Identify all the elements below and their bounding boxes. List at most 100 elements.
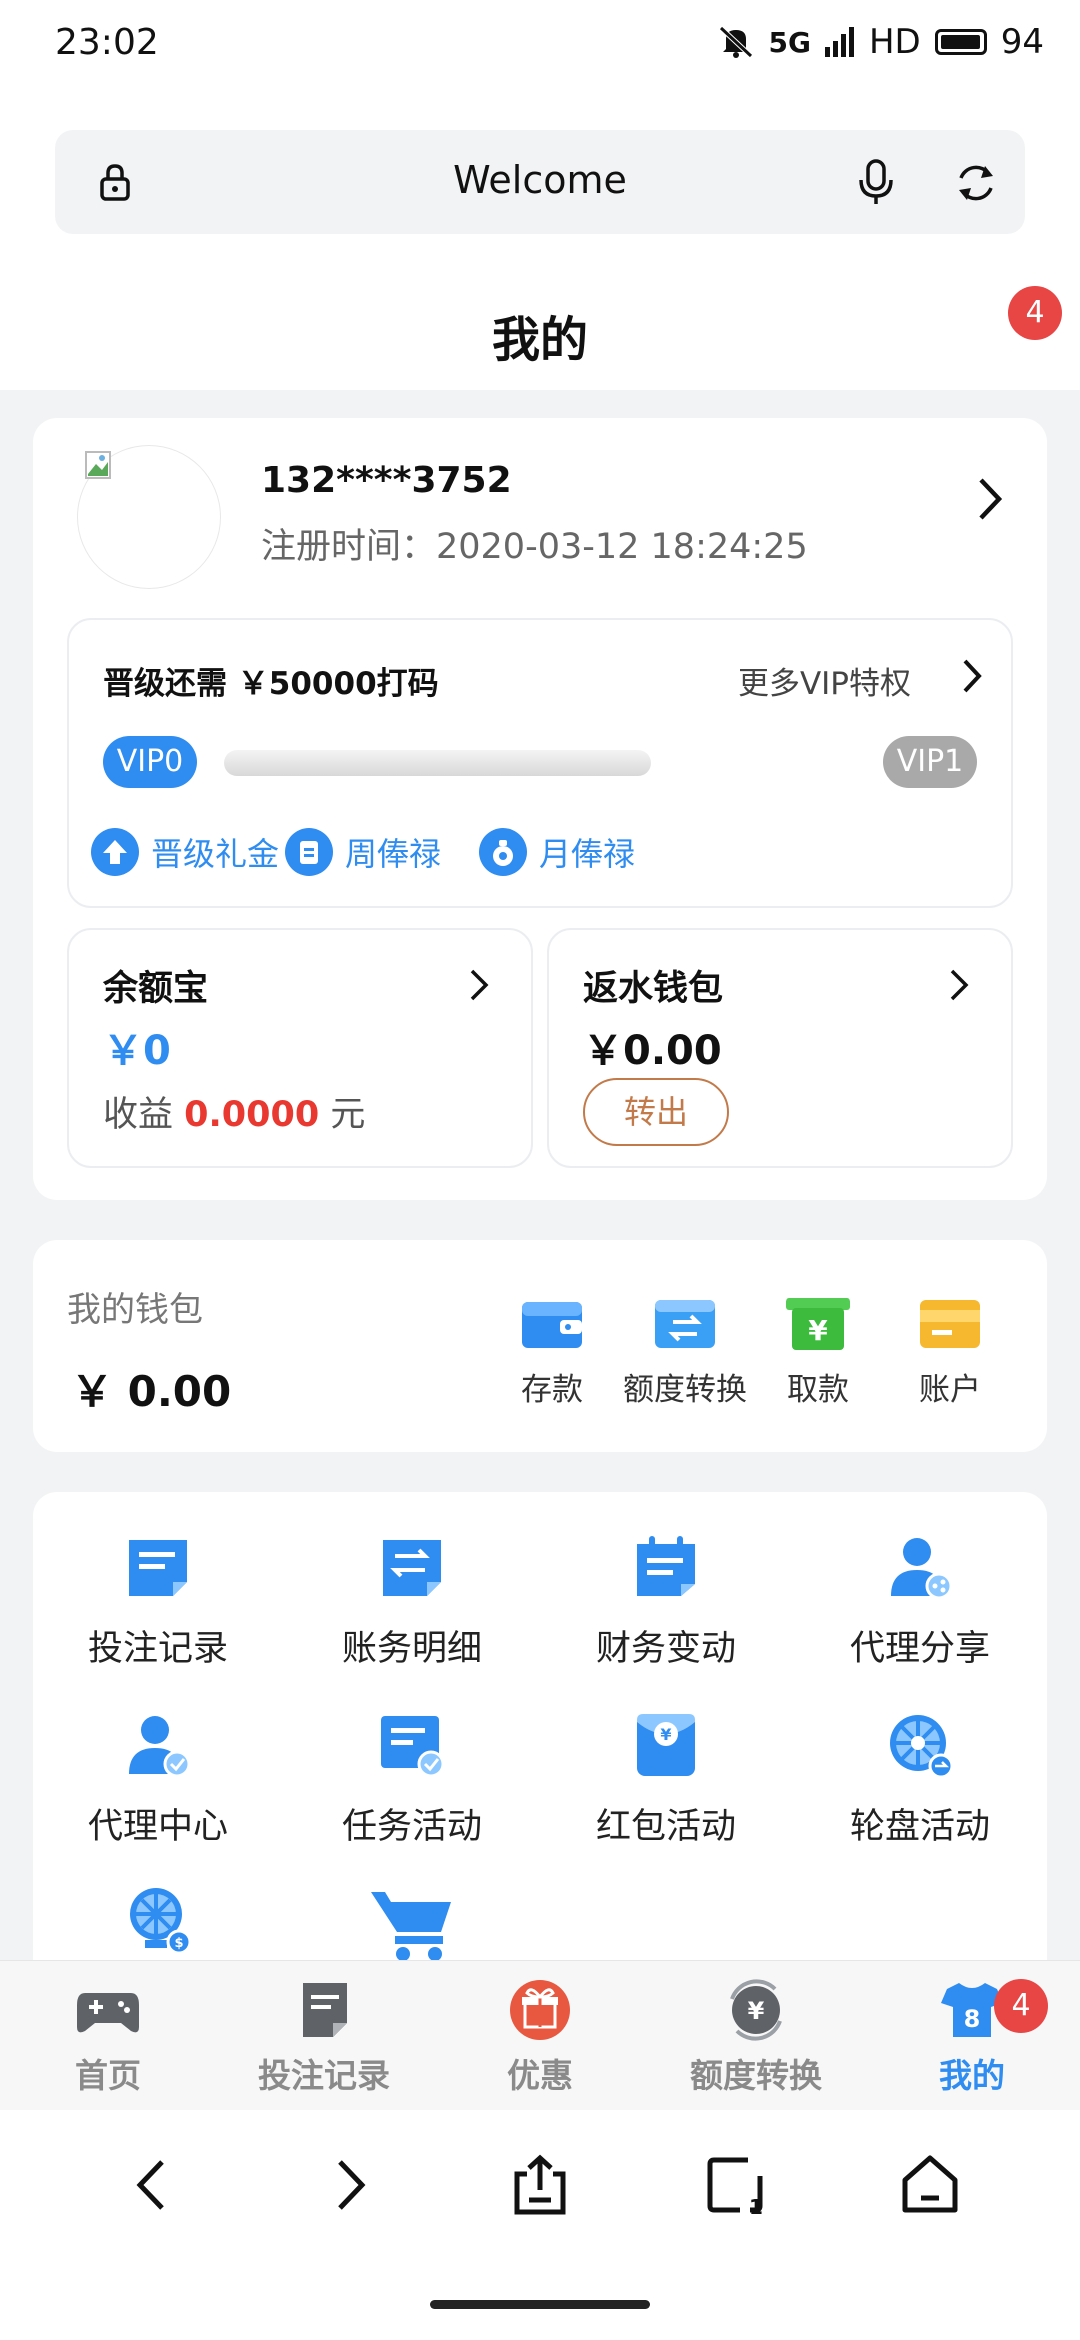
nav-label: 优惠 [507, 2056, 573, 2095]
red-packet-icon: ¥ [637, 1714, 695, 1776]
nav-quota-transfer[interactable]: ¥ 额度转换 [656, 1979, 856, 2097]
nav-label: 投注记录 [258, 2056, 390, 2095]
bottom-nav: 首页 投注记录 优惠 ¥ 额度转换 8 我的 4 [0, 1960, 1080, 2110]
profile-card: 132****3752 注册时间：2020-03-12 18:24:25 晋级还… [33, 418, 1047, 1200]
notification-badge[interactable]: 4 [1008, 286, 1062, 340]
account-detail-icon [383, 1540, 441, 1596]
nav-bet-records[interactable]: 投注记录 [224, 1979, 424, 2097]
chevron-right-icon[interactable] [973, 474, 1007, 524]
bet-record-icon [129, 1540, 187, 1596]
wallet-card: 我的钱包 ￥ 0.00 存款 额度转换 ¥ 取款 账户 [33, 1240, 1047, 1452]
refresh-icon[interactable] [953, 160, 999, 206]
feature-task-activity[interactable]: 任务活动 [287, 1710, 537, 1849]
nav-mine-badge: 4 [994, 1979, 1048, 2033]
nav-label: 额度转换 [690, 2056, 822, 2095]
nav-home[interactable]: 首页 [8, 1979, 208, 2097]
svg-text:$: $ [174, 1936, 183, 1951]
avatar[interactable] [78, 446, 220, 588]
rebate-chevron-icon[interactable] [947, 966, 971, 1004]
rebate-wallet-card[interactable]: 返水钱包 ￥0.00 转出 [547, 928, 1013, 1168]
gift-icon [510, 1980, 570, 2040]
feature-label: 账务明细 [341, 1629, 482, 1669]
yuebao-title: 余额宝 [103, 969, 209, 1009]
agent-center-icon [129, 1716, 191, 1778]
nav-label: 首页 [75, 2056, 141, 2095]
agent-share-icon [891, 1538, 953, 1600]
feature-red-packet[interactable]: ¥ 红包活动 [541, 1710, 791, 1849]
more-vip-link[interactable]: 更多VIP特权 [738, 658, 911, 703]
microphone-icon[interactable] [853, 158, 899, 206]
share-icon[interactable] [505, 2150, 575, 2220]
forward-icon[interactable] [316, 2150, 386, 2220]
vip-progress-bar [224, 750, 651, 776]
vip-next-level: VIP1 [883, 736, 977, 788]
home-indicator[interactable] [430, 2300, 650, 2309]
hd-indicator: HD [868, 22, 921, 62]
yen-exchange-icon: ¥ [730, 1979, 782, 2041]
perk-label: 晋级礼金 [151, 835, 280, 873]
upgrade-arrow-icon [91, 828, 139, 876]
yuebao-card[interactable]: 余额宝 ￥0 收益 0.0000 元 [67, 928, 533, 1168]
task-activity-icon [381, 1716, 445, 1778]
feature-label: 代理中心 [87, 1807, 228, 1847]
wallet-balance: ￥ 0.00 [71, 1367, 232, 1416]
clipboard-icon [285, 828, 333, 876]
gamepad-icon [77, 1993, 139, 2033]
transfer-card-icon [655, 1300, 715, 1348]
rebate-title: 返水钱包 [583, 969, 724, 1009]
battery-level: 94 [1000, 22, 1044, 62]
feature-bet-records[interactable]: 投注记录 [33, 1532, 283, 1671]
network-type: 5G [768, 25, 811, 59]
yuebao-chevron-icon[interactable] [467, 966, 491, 1004]
jersey-number: 8 [964, 2005, 981, 2033]
browser-bar: Welcome [0, 90, 1080, 260]
withdraw-button[interactable]: ¥ 取款 [753, 1296, 883, 1409]
home-icon[interactable] [895, 2150, 965, 2220]
address-bar[interactable]: Welcome [55, 130, 1025, 234]
nav-mine[interactable]: 8 我的 4 [872, 1979, 1072, 2097]
perk-monthly-salary[interactable]: 月俸禄 [479, 828, 635, 876]
feature-agent-share[interactable]: 代理分享 [795, 1532, 1045, 1671]
tabs-icon[interactable]: 1 [700, 2150, 770, 2220]
vip-current-level: VIP0 [103, 736, 197, 788]
feature-roulette[interactable]: 轮盘活动 [795, 1710, 1045, 1849]
feature-agent-center[interactable]: 代理中心 [33, 1710, 283, 1849]
vip-upgrade-need: 晋级还需 ￥50000打码 [103, 666, 439, 702]
status-icons: 5G HD 94 [717, 22, 1044, 62]
feature-label: 投注记录 [87, 1629, 228, 1669]
note-icon [303, 1983, 347, 2037]
register-time: 注册时间：2020-03-12 18:24:25 [261, 527, 808, 567]
feature-shop[interactable] [287, 1886, 537, 1962]
battery-icon [934, 29, 987, 55]
earn-value: 0.0000 [184, 1095, 320, 1135]
feature-wheel-money[interactable]: $ [33, 1886, 283, 1962]
perk-label: 月俸禄 [539, 835, 636, 873]
back-icon[interactable] [116, 2150, 186, 2220]
action-label: 额度转换 [623, 1372, 747, 1408]
user-phone: 132****3752 [261, 460, 512, 501]
feature-label: 任务活动 [341, 1807, 482, 1847]
perk-weekly-salary[interactable]: 周俸禄 [285, 828, 441, 876]
vip-panel: 晋级还需 ￥50000打码 更多VIP特权 VIP0 VIP1 晋级礼金 周俸禄 [67, 618, 1013, 908]
deposit-button[interactable]: 存款 [487, 1296, 617, 1409]
feature-finance-changes[interactable]: 财务变动 [541, 1532, 791, 1671]
nav-promotions[interactable]: 优惠 [440, 1979, 640, 2097]
features-grid: 投注记录 账务明细 财务变动 代理分享 代理中心 任务活动 ¥ 红包活动 轮盘活… [33, 1492, 1047, 1962]
status-bar: 23:02 5G HD 94 [0, 0, 1080, 90]
transfer-out-button[interactable]: 转出 [583, 1078, 729, 1146]
perk-label: 周俸禄 [345, 835, 442, 873]
account-button[interactable]: 账户 [885, 1296, 1015, 1409]
quota-transfer-button[interactable]: 额度转换 [620, 1296, 750, 1409]
feature-label: 代理分享 [849, 1629, 990, 1669]
perk-upgrade-bonus[interactable]: 晋级礼金 [91, 828, 279, 876]
status-time: 23:02 [55, 22, 159, 63]
nav-label: 我的 [939, 2056, 1005, 2095]
yuebao-amount: ￥0 [103, 1028, 171, 1074]
vip-chevron-right-icon[interactable] [959, 656, 985, 696]
deposit-wallet-icon [522, 1302, 582, 1348]
svg-text:¥: ¥ [660, 1725, 671, 1744]
broken-image-icon [85, 451, 111, 479]
wallet-label: 我的钱包 [67, 1290, 203, 1330]
feature-label: 财务变动 [595, 1629, 736, 1669]
feature-account-details[interactable]: 账务明细 [287, 1532, 537, 1671]
